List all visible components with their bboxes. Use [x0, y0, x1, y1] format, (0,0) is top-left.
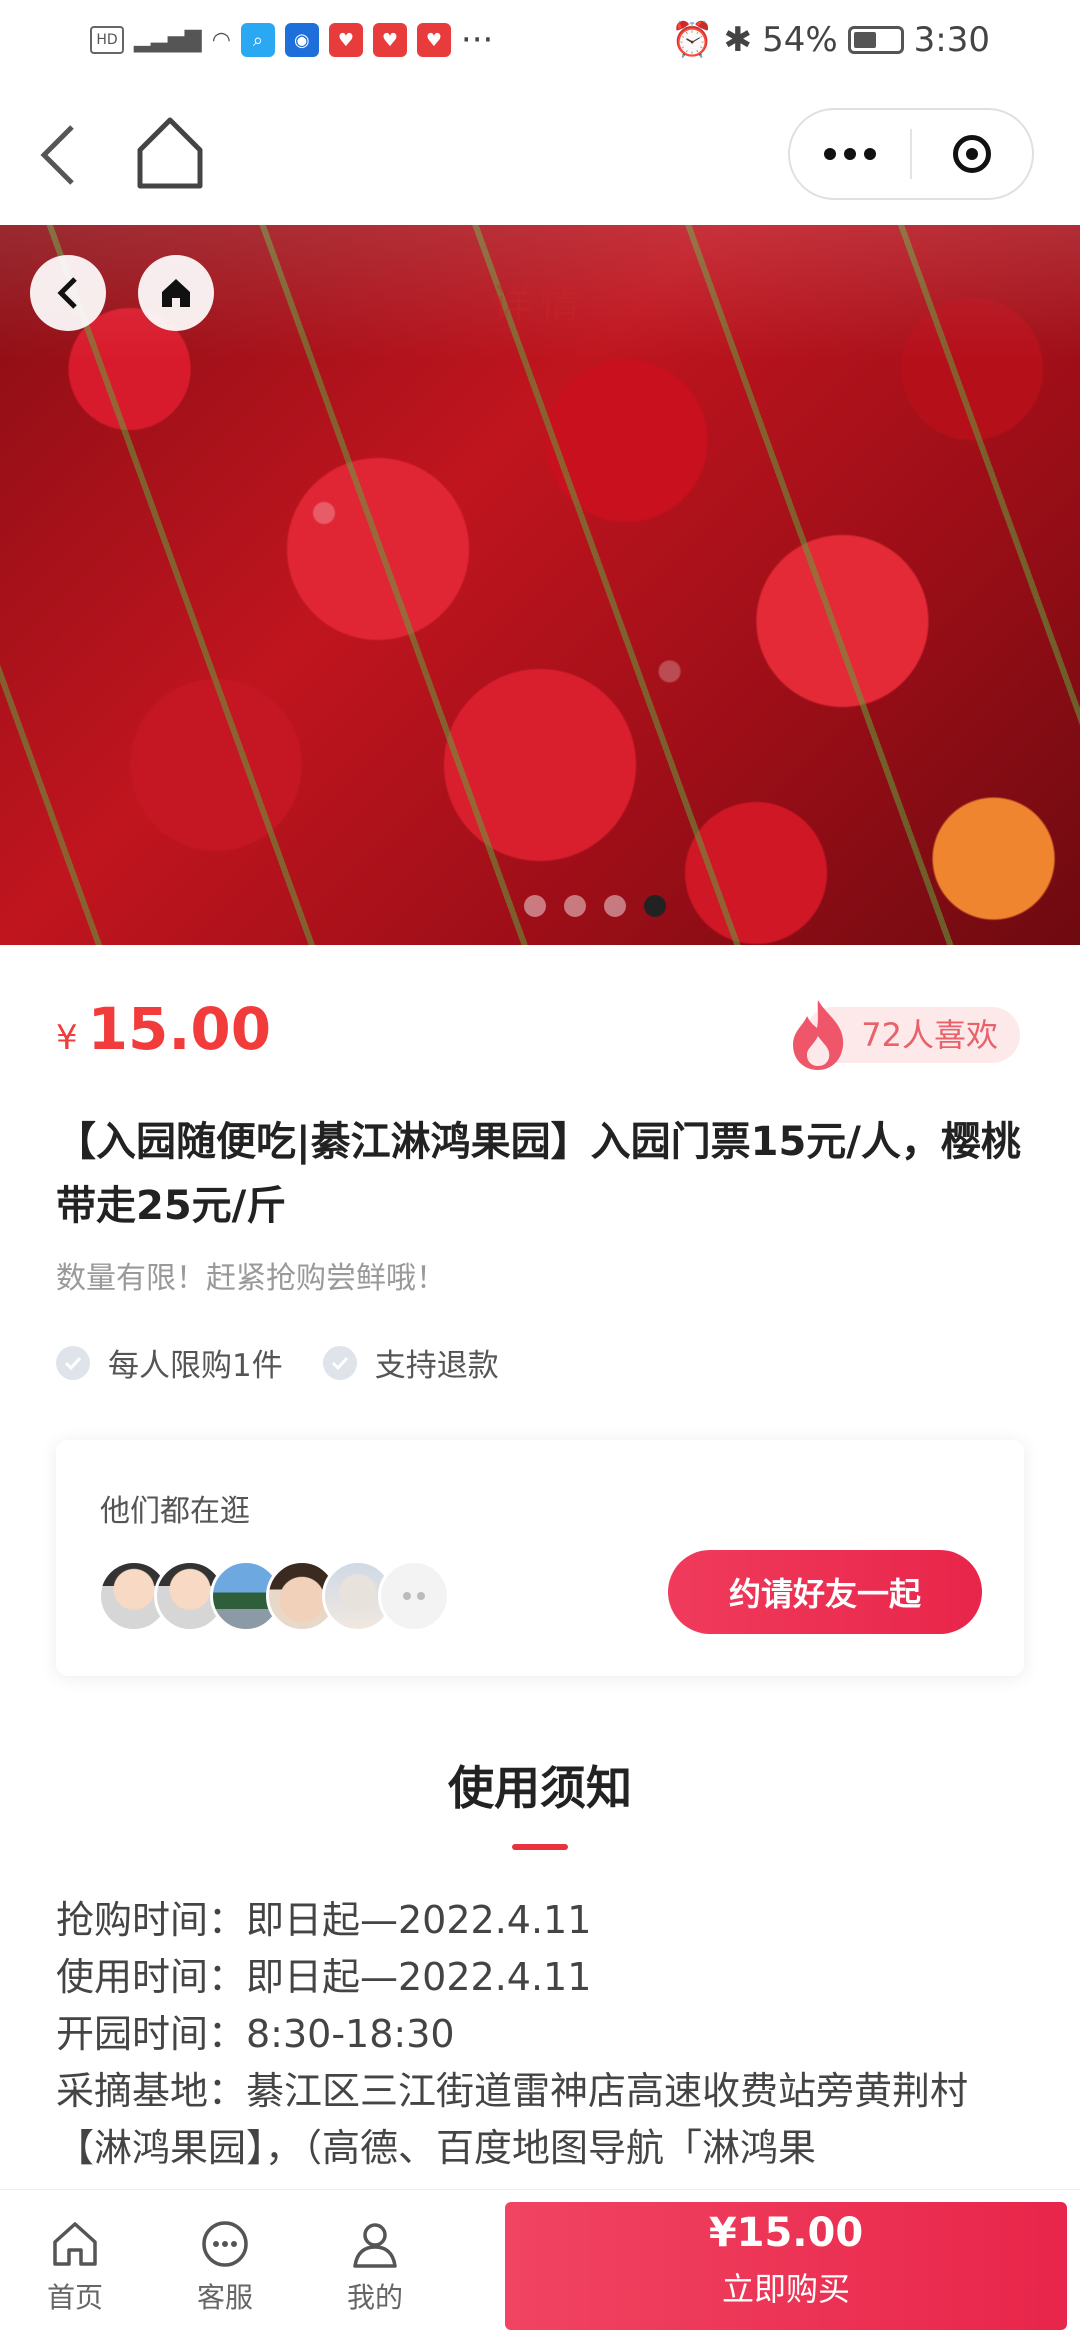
service-tags: 每人限购1件 支持退款: [56, 1340, 499, 1385]
more-options-button[interactable]: [790, 148, 910, 160]
avatar-list: [98, 1560, 450, 1632]
more-notifications-icon: ···: [460, 20, 494, 60]
back-button[interactable]: [30, 255, 106, 331]
clock: 3:30: [913, 20, 990, 60]
chat-icon: [202, 2221, 248, 2267]
tab-mine[interactable]: 我的: [330, 2218, 420, 2316]
heading-underline: [512, 1844, 568, 1850]
notice-line: 抢购时间：即日起—2022.4.11: [56, 1898, 592, 1942]
carousel-dot-active[interactable]: [644, 895, 666, 917]
product-title: 【入园随便吃|綦江淋鸿果园】入园门票15元/人，樱桃带走25元/斤: [56, 1119, 1021, 1229]
notice-heading: 使用须知: [448, 1761, 632, 1815]
tab-label: 首页: [46, 2281, 103, 2314]
check-icon: [56, 1345, 90, 1380]
card-title: 他们都在逛: [100, 1494, 250, 1529]
currency-symbol: ¥: [56, 1018, 78, 1058]
buy-label: 立即购买: [721, 2270, 850, 2308]
tag-refund: 支持退款: [322, 1340, 499, 1385]
notice-content: 抢购时间：即日起—2022.4.11 使用时间：即日起—2022.4.11 开园…: [56, 1892, 1036, 2177]
app-icon: ♥: [416, 23, 451, 57]
likes-badge: 72人喜欢: [787, 1000, 1020, 1070]
tab-label: 我的: [346, 2281, 403, 2314]
buy-now-button[interactable]: ¥15.00 立即购买: [505, 2202, 1067, 2330]
miniprogram-capsule: [788, 108, 1034, 200]
notice-line: 使用时间：即日起—2022.4.11: [56, 1955, 592, 1999]
flame-icon: [793, 1000, 844, 1070]
tab-customer-service[interactable]: 客服: [180, 2218, 270, 2316]
home-icon[interactable]: [130, 112, 210, 192]
tag-label: 支持退款: [374, 1348, 499, 1384]
carousel-dot[interactable]: [604, 895, 626, 917]
invite-friends-button[interactable]: 约请好友一起: [668, 1550, 982, 1634]
tab-home[interactable]: 首页: [30, 2218, 120, 2316]
notice-line: 采摘基地：綦江区三江街道雷神店高速收费站旁黄荆村【淋鸿果园】，（高德、百度地图导…: [56, 2069, 969, 2170]
home-icon: [53, 2222, 97, 2266]
close-miniprogram-button[interactable]: [912, 135, 1032, 173]
check-icon: [322, 1345, 357, 1380]
hd-icon: HD: [90, 26, 124, 54]
bulb-app-icon: ◉: [284, 23, 319, 57]
navigation-bar: [0, 80, 1080, 225]
notice-line: 开园时间：8:30-18:30: [56, 2012, 455, 2056]
more-avatars-icon[interactable]: [378, 1560, 450, 1632]
price-value: 15.00: [87, 995, 272, 1063]
app-icon: ♥: [328, 23, 363, 57]
status-bar: HD ▂▃▅▇ ◠ ⌕ ◉ ♥ ♥ ♥ ··· ⏰ ✱ 54% 3:30: [0, 0, 1080, 80]
battery-icon: [847, 26, 904, 54]
wifi-icon: ◠: [211, 27, 231, 53]
home-button[interactable]: [138, 255, 214, 331]
carousel-dot[interactable]: [524, 895, 546, 917]
bluetooth-icon: ✱: [723, 20, 753, 60]
user-icon: [353, 2223, 397, 2268]
tag-limit: 每人限购1件: [56, 1340, 283, 1385]
battery-percent: 54%: [762, 20, 838, 60]
buy-price: ¥15.00: [708, 2210, 864, 2256]
tab-label: 客服: [196, 2281, 253, 2314]
product-subtitle: 数量有限！赶紧抢购尝鲜哦！: [56, 1261, 446, 1296]
carousel-dot[interactable]: [564, 895, 586, 917]
product-image-carousel[interactable]: 详情: [0, 225, 1080, 945]
product-price: ¥ 15.00: [56, 995, 271, 1063]
back-icon[interactable]: [28, 120, 88, 190]
search-app-icon: ⌕: [240, 23, 275, 57]
alarm-icon: ⏰: [671, 20, 714, 60]
signal-icon: ▂▃▅▇: [134, 27, 202, 53]
tag-label: 每人限购1件: [108, 1348, 283, 1384]
status-icons-right: ⏰ ✱ 54% 3:30: [671, 20, 990, 60]
browsing-users-card: 他们都在逛 约请好友一起: [56, 1440, 1024, 1676]
carousel-indicator: [0, 895, 1080, 917]
app-icon: ♥: [372, 23, 407, 57]
bottom-action-bar: 首页 客服 我的 ¥15.00 立即购买: [0, 2189, 1080, 2340]
status-icons-left: HD ▂▃▅▇ ◠ ⌕ ◉ ♥ ♥ ♥ ···: [90, 20, 493, 60]
